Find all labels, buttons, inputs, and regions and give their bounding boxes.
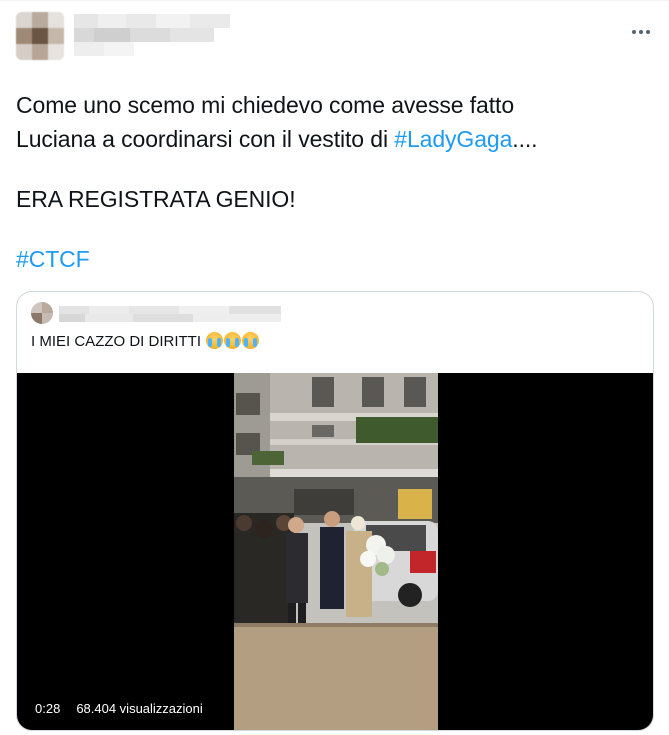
tweet-line-2-text: Luciana a coordinarsi con il vestito di: [16, 126, 395, 152]
crying-face-emoji: [206, 332, 224, 349]
crying-face-emoji: [224, 332, 242, 349]
author-name-blurred[interactable]: [74, 14, 254, 56]
tweet-line-2: Luciana a coordinarsi con il vestito di …: [16, 122, 646, 156]
quoted-author-avatar[interactable]: [31, 302, 53, 324]
video-frame: [234, 373, 438, 730]
hashtag-ctcf[interactable]: #CTCF: [16, 246, 90, 272]
top-divider: [0, 0, 669, 1]
video-duration: 0:28: [31, 699, 65, 719]
tweet-line-1: Come uno scemo mi chiedevo come avesse f…: [16, 92, 515, 118]
tweet-text: Come uno scemo mi chiedevo come avesse f…: [16, 88, 646, 276]
quoted-author-name-blurred[interactable]: [59, 306, 281, 322]
crying-face-emoji: [242, 332, 260, 349]
more-dot: [645, 30, 650, 34]
tweet-line-3: ERA REGISTRATA GENIO!: [16, 186, 296, 212]
more-dots-icon: [632, 30, 637, 34]
tweet-line-2-ellipsis: ....: [512, 126, 538, 152]
more-dot: [639, 30, 643, 34]
quoted-tweet-card[interactable]: I MIEI CAZZO DI DIRITTI 0:28 68.404 visu…: [16, 291, 654, 731]
video-views: 68.404 visualizzazioni: [72, 699, 207, 719]
hashtag-ladygaga[interactable]: #LadyGaga: [394, 126, 512, 152]
quoted-tweet-text: I MIEI CAZZO DI DIRITTI: [31, 332, 260, 352]
more-options-button[interactable]: [628, 22, 654, 42]
video-player[interactable]: 0:28 68.404 visualizzazioni: [17, 373, 653, 730]
author-avatar[interactable]: [16, 12, 64, 60]
video-info: 0:28 68.404 visualizzazioni: [31, 699, 207, 719]
quoted-text: I MIEI CAZZO DI DIRITTI: [31, 333, 201, 350]
tweet-line-4: #CTCF: [16, 242, 646, 276]
